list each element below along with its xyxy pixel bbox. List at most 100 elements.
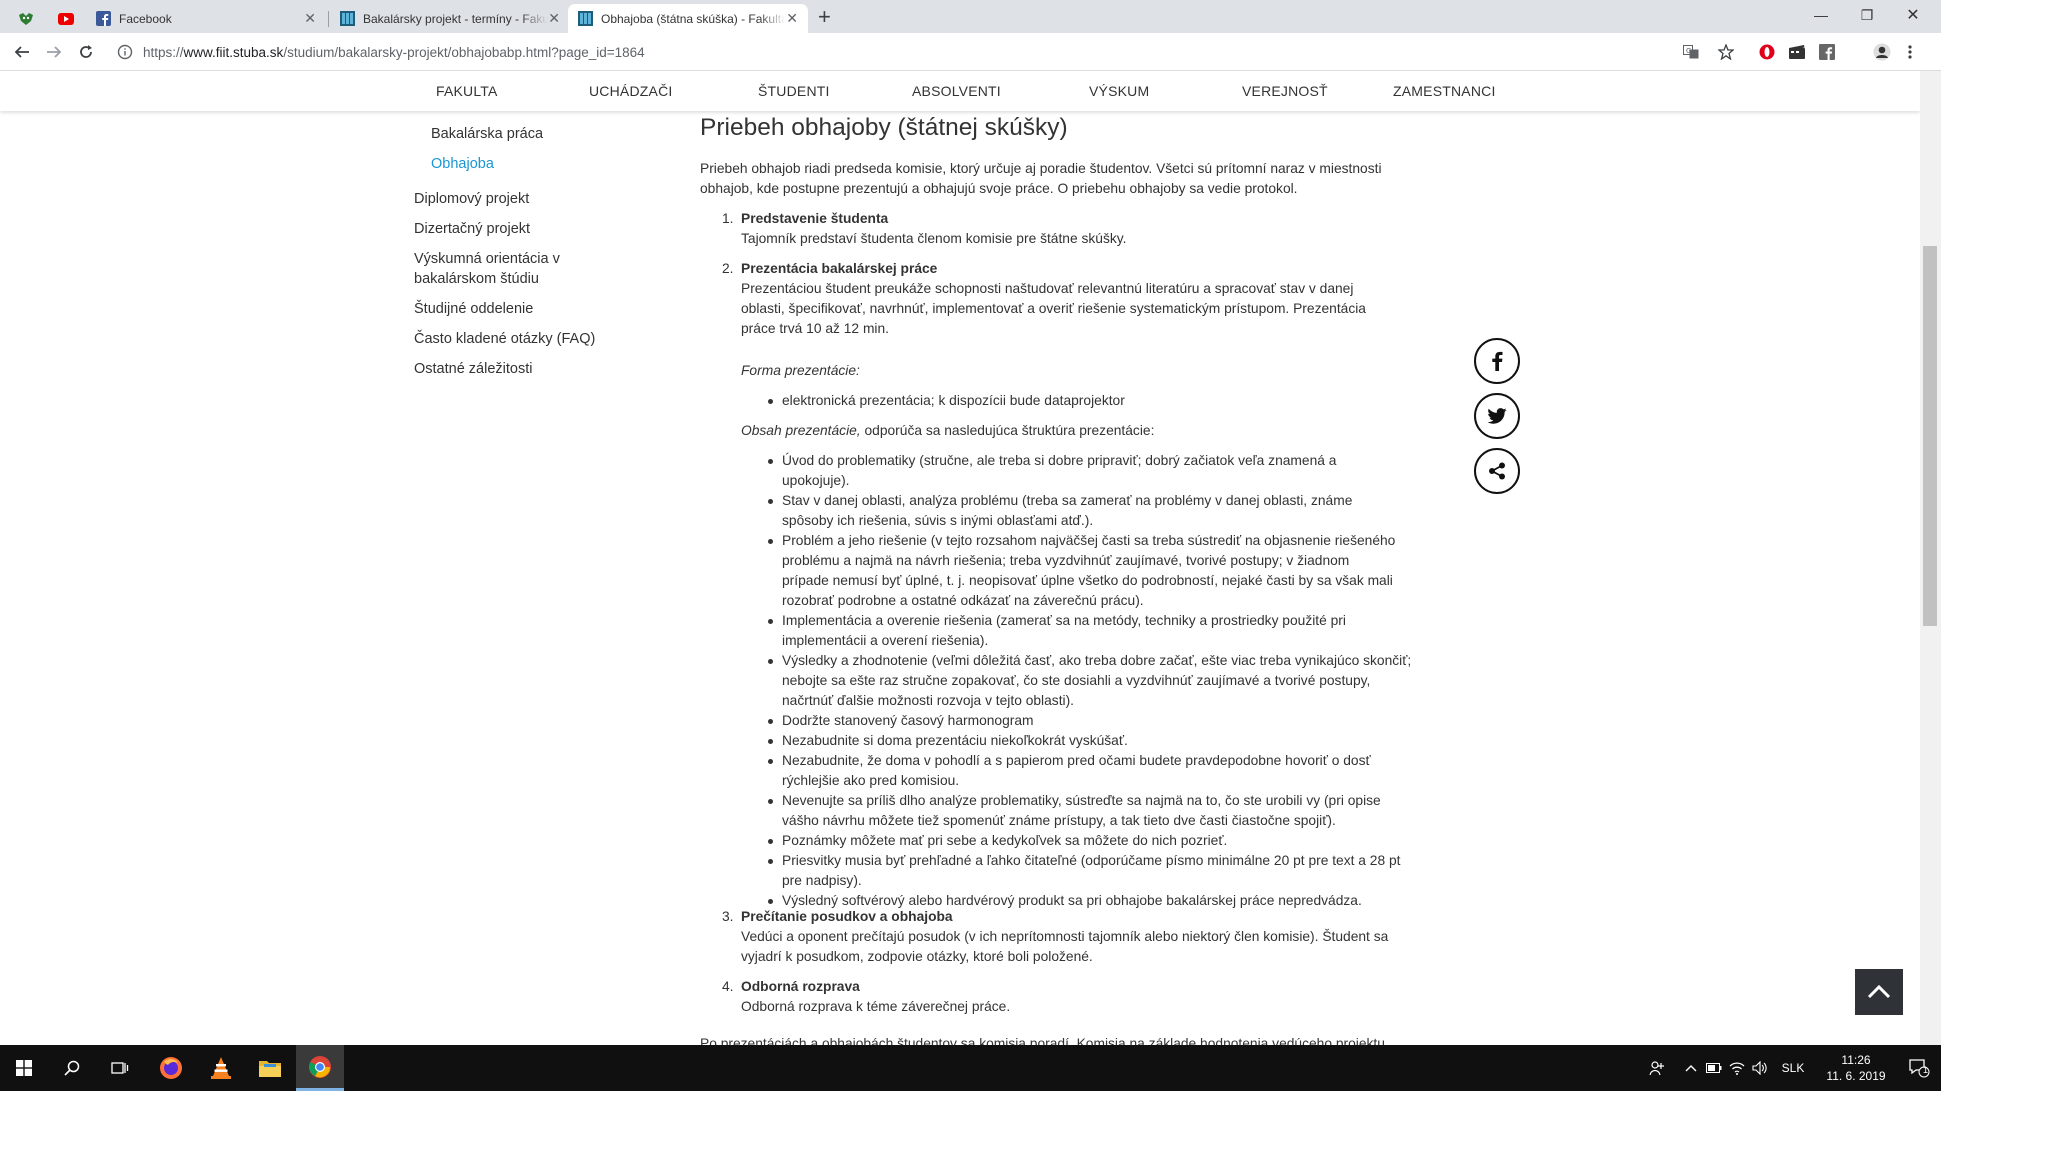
show-hidden-icons-button[interactable] [1680,1045,1702,1091]
step-title: Predstavenie študenta [741,211,889,226]
list-item-line: Stav v danej oblasti, analýza problému (… [782,493,1353,508]
sidebar-item-studijne-oddelenie[interactable]: Študijné oddelenie [414,301,533,317]
tab-facebook[interactable]: Facebook ✕ [86,4,326,33]
browser-window: Facebook ✕ Bakalársky projekt - termíny … [0,0,1941,1091]
opera-icon [1759,44,1775,60]
list-item: Stav v danej oblasti, analýza problému (… [741,491,1445,531]
address-bar[interactable]: https://www.fiit.stuba.sk/studium/bakala… [143,38,1728,66]
share-icon [1489,462,1505,480]
url-host: www.fiit.stuba.sk [183,44,284,60]
search-button[interactable] [48,1045,96,1091]
fiit-logo-icon [578,11,593,26]
list-item-line: načrtnúť ďalšie možnosti rozvoja v tejto… [782,693,1075,708]
volume-indicator[interactable] [1749,1045,1771,1091]
action-center-button[interactable]: 1 [1899,1045,1939,1091]
list-item: Nezabudnite, že doma v pohodlí a s papie… [741,751,1445,791]
step-text: Tajomník predstaví študenta členom komis… [741,231,1127,246]
url-path: /studium/bakalarsky-projekt/obhajobabp.h… [283,44,645,60]
sidebar-item-ostatne[interactable]: Ostatné záležitosti [414,361,532,377]
close-tab-icon[interactable]: ✕ [304,10,316,27]
nav-zamestnanci[interactable]: ZAMESTNANCI [1393,83,1496,99]
list-item-line: Výsledky a zhodnotenie (veľmi dôležitá č… [782,653,1412,668]
list-item-line: Úvod do problematiky (stručne, ale treba… [782,453,1337,468]
task-view-button[interactable] [96,1045,144,1091]
tab-bakalarsky-projekt[interactable]: Bakalársky projekt - termíny - Fakulta ✕ [330,4,570,33]
close-window-button[interactable]: ✕ [1890,0,1936,30]
step-title: Prečítanie posudkov a obhajoba [741,909,953,924]
new-tab-button[interactable]: + [818,4,831,30]
scroll-to-top-button[interactable] [1855,969,1903,1015]
site-info-button[interactable] [115,42,135,62]
twitter-share-button[interactable] [1474,393,1520,439]
fiit-logo-icon [340,11,355,26]
nav-fakulta[interactable]: FAKULTA [436,83,498,99]
network-indicator[interactable] [1726,1045,1748,1091]
restore-button[interactable]: ❐ [1844,0,1890,30]
nav-studenti[interactable]: ŠTUDENTI [758,83,830,99]
close-tab-icon[interactable]: ✕ [548,10,560,27]
sidebar-item-vyskumna-orientacia[interactable]: Výskumná orientácia v [414,251,560,267]
opera-extension[interactable] [1757,42,1777,62]
nav-verejnost[interactable]: VEREJNOSŤ [1242,83,1328,99]
list-item: Nezabudnite si doma prezentáciu niekoľko… [741,731,1445,751]
tab-title: Obhajoba (štátna skúška) - Fakulta [601,11,786,26]
web-page: FAKULTA UCHÁDZAČI ŠTUDENTI ABSOLVENTI VÝ… [0,71,1920,1091]
tab-divider [328,11,329,27]
battery-indicator[interactable] [1703,1045,1725,1091]
people-button[interactable] [1645,1045,1669,1091]
browser-toolbar: https://www.fiit.stuba.sk/studium/bakala… [0,33,1941,71]
close-tab-icon[interactable]: ✕ [786,10,798,27]
step-number: 1. [722,211,734,226]
url-protocol: https:// [143,44,184,60]
vlc-taskbar-button[interactable] [197,1045,245,1091]
nav-uchadzaci[interactable]: UCHÁDZAČI [589,83,672,99]
sidebar-item-obhajoba[interactable]: Obhajoba [431,156,494,172]
firefox-taskbar-button[interactable] [147,1045,195,1091]
list-item-line: implementácii a overení riešenia). [782,633,989,648]
facebook-share-button[interactable] [1474,338,1520,384]
facebook-extension[interactable] [1817,42,1837,62]
volume-icon [1752,1061,1767,1075]
start-button[interactable] [0,1045,48,1091]
back-button[interactable] [10,40,34,64]
forward-button[interactable] [42,40,66,64]
twitter-share-icon [1487,408,1507,424]
sidebar-item-faq[interactable]: Často kladené otázky (FAQ) [414,331,595,347]
sidebar-item-vyskumna-orientacia-line2[interactable]: bakalárskom štúdiu [414,271,539,287]
step-2: 2. Prezentácia bakalárskej práce Prezent… [700,259,1445,339]
back-icon [14,46,29,58]
sidebar-item-bakalarska-praca[interactable]: Bakalárska práca [431,126,543,142]
step-title: Prezentácia bakalárskej práce [741,261,938,276]
translate-button[interactable]: G [1681,42,1701,62]
step-text: oblasti, špecifikovať, navrhnúť, impleme… [741,301,1366,316]
scrollbar-thumb[interactable] [1923,246,1937,626]
clock[interactable]: 11:26 11. 6. 2019 [1813,1045,1899,1091]
search-icon [64,1060,80,1076]
obsah-intro: Obsah prezentácie, odporúča sa nasledujú… [700,421,1445,441]
chevron-up-small-icon [1685,1065,1697,1072]
chrome-menu-button[interactable] [1900,42,1920,62]
chrome-taskbar-button[interactable] [296,1045,344,1091]
list-item-line: problému a najmä na návrh riešenia; treb… [782,553,1350,568]
clock-date: 11. 6. 2019 [1826,1069,1886,1083]
task-view-icon [111,1062,129,1074]
sidebar-item-dizertacny-projekt[interactable]: Dizertačný projekt [414,221,530,237]
file-explorer-taskbar-button[interactable] [246,1045,294,1091]
reload-button[interactable] [74,40,98,64]
sidebar-item-diplomovy-projekt[interactable]: Diplomový projekt [414,191,529,207]
profile-button[interactable] [1872,42,1892,62]
step-title: Odborná rozprava [741,979,860,994]
list-item-line: rozobrať podrobne a ostatné odkázať na z… [782,593,1144,608]
pinned-tab-youtube[interactable] [46,4,86,33]
pinned-tab-game[interactable] [6,4,46,33]
share-button[interactable] [1474,448,1520,494]
vertical-scrollbar[interactable] [1920,71,1941,1091]
nav-absolventi[interactable]: ABSOLVENTI [912,83,1001,99]
film-extension[interactable] [1787,42,1807,62]
nav-vyskum[interactable]: VÝSKUM [1089,83,1149,99]
tab-obhajoba[interactable]: Obhajoba (štátna skúška) - Fakulta ✕ [568,4,808,33]
bookmark-button[interactable] [1716,42,1736,62]
language-indicator[interactable]: SLK [1773,1045,1813,1091]
chrome-icon [309,1055,331,1078]
minimize-button[interactable]: — [1798,0,1844,30]
